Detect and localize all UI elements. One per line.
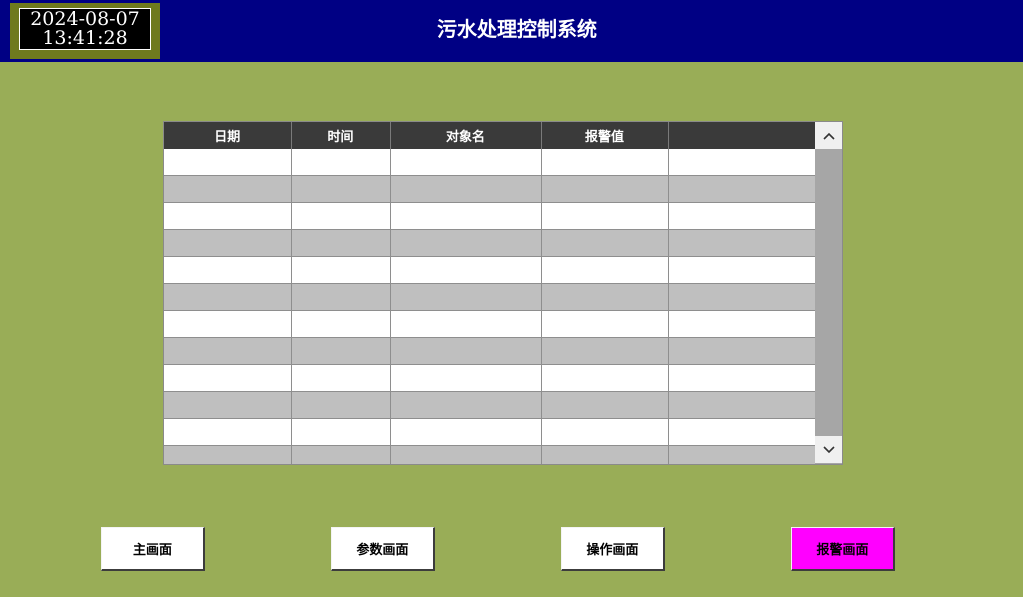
table-row[interactable] <box>164 229 816 257</box>
table-header-row: 日期 时间 对象名 报警值 <box>164 122 816 149</box>
table-cell <box>541 418 669 446</box>
table-cell <box>164 283 292 311</box>
table-cell <box>390 149 542 176</box>
table-cell <box>541 337 669 365</box>
table-cell <box>164 445 292 464</box>
chevron-down-icon <box>822 445 835 453</box>
table-cell <box>390 364 542 392</box>
table-cell <box>291 229 391 257</box>
table-cell <box>164 418 292 446</box>
table-cell <box>541 445 669 464</box>
table-row[interactable] <box>164 175 816 203</box>
table-row[interactable] <box>164 202 816 230</box>
table-cell <box>291 149 391 176</box>
table-cell <box>668 310 816 338</box>
table-row[interactable] <box>164 283 816 311</box>
table-row[interactable] <box>164 391 816 419</box>
table-cell <box>291 256 391 284</box>
app-title: 污水处理控制系统 <box>437 17 597 41</box>
column-header-object-name[interactable]: 对象名 <box>390 122 542 149</box>
table-cell <box>164 202 292 230</box>
table-cell <box>541 202 669 230</box>
table-scrollbar[interactable] <box>815 122 842 464</box>
table-cell <box>291 202 391 230</box>
column-header-time[interactable]: 时间 <box>291 122 391 149</box>
table-cell <box>668 364 816 392</box>
table-cell <box>668 283 816 311</box>
alarm-table-body <box>164 149 816 464</box>
alarm-screen-button[interactable]: 报警画面 <box>791 527 895 571</box>
table-cell <box>164 337 292 365</box>
table-cell <box>291 418 391 446</box>
table-cell <box>164 229 292 257</box>
table-row[interactable] <box>164 310 816 338</box>
main-screen-button[interactable]: 主画面 <box>101 527 205 571</box>
table-cell <box>291 283 391 311</box>
table-cell <box>164 391 292 419</box>
table-cell <box>541 364 669 392</box>
column-header-date[interactable]: 日期 <box>164 122 292 149</box>
table-cell <box>164 256 292 284</box>
table-cell <box>390 202 542 230</box>
column-header-alarm-value[interactable]: 报警值 <box>541 122 669 149</box>
table-cell <box>541 256 669 284</box>
table-cell <box>668 175 816 203</box>
clock-panel: 2024-08-07 13:41:28 <box>10 3 160 59</box>
table-cell <box>541 229 669 257</box>
table-cell <box>390 175 542 203</box>
table-row[interactable] <box>164 256 816 284</box>
table-cell <box>668 445 816 464</box>
table-cell <box>668 256 816 284</box>
table-cell <box>541 391 669 419</box>
clock-display: 2024-08-07 13:41:28 <box>19 8 151 50</box>
scroll-down-button[interactable] <box>815 436 842 463</box>
title-bar: 2024-08-07 13:41:28 污水处理控制系统 <box>0 0 1023 62</box>
table-row[interactable] <box>164 337 816 365</box>
table-cell <box>390 391 542 419</box>
operation-screen-button[interactable]: 操作画面 <box>561 527 665 571</box>
table-cell <box>668 229 816 257</box>
alarm-table-grid: 日期 时间 对象名 报警值 <box>164 122 816 464</box>
table-cell <box>164 175 292 203</box>
table-cell <box>291 337 391 365</box>
chevron-up-icon <box>822 132 835 140</box>
table-cell <box>164 149 292 176</box>
table-cell <box>541 149 669 176</box>
table-cell <box>541 175 669 203</box>
table-cell <box>291 391 391 419</box>
table-row[interactable] <box>164 445 816 464</box>
table-cell <box>390 418 542 446</box>
table-cell <box>164 364 292 392</box>
table-cell <box>668 149 816 176</box>
table-cell <box>668 202 816 230</box>
table-cell <box>668 391 816 419</box>
table-cell <box>390 445 542 464</box>
scroll-up-button[interactable] <box>815 122 842 149</box>
table-row[interactable] <box>164 418 816 446</box>
table-cell <box>291 445 391 464</box>
table-cell <box>668 418 816 446</box>
table-row[interactable] <box>164 149 816 176</box>
table-cell <box>390 283 542 311</box>
alarm-table: 日期 时间 对象名 报警值 <box>163 121 843 465</box>
column-header-extra[interactable] <box>668 122 816 149</box>
clock-time: 13:41:28 <box>42 27 128 49</box>
table-cell <box>291 310 391 338</box>
table-cell <box>291 364 391 392</box>
table-cell <box>390 256 542 284</box>
table-cell <box>390 310 542 338</box>
table-cell <box>390 229 542 257</box>
table-cell <box>668 337 816 365</box>
table-cell <box>390 337 542 365</box>
params-screen-button[interactable]: 参数画面 <box>331 527 435 571</box>
table-cell <box>164 310 292 338</box>
table-cell <box>291 175 391 203</box>
table-cell <box>541 283 669 311</box>
table-cell <box>541 310 669 338</box>
table-row[interactable] <box>164 364 816 392</box>
